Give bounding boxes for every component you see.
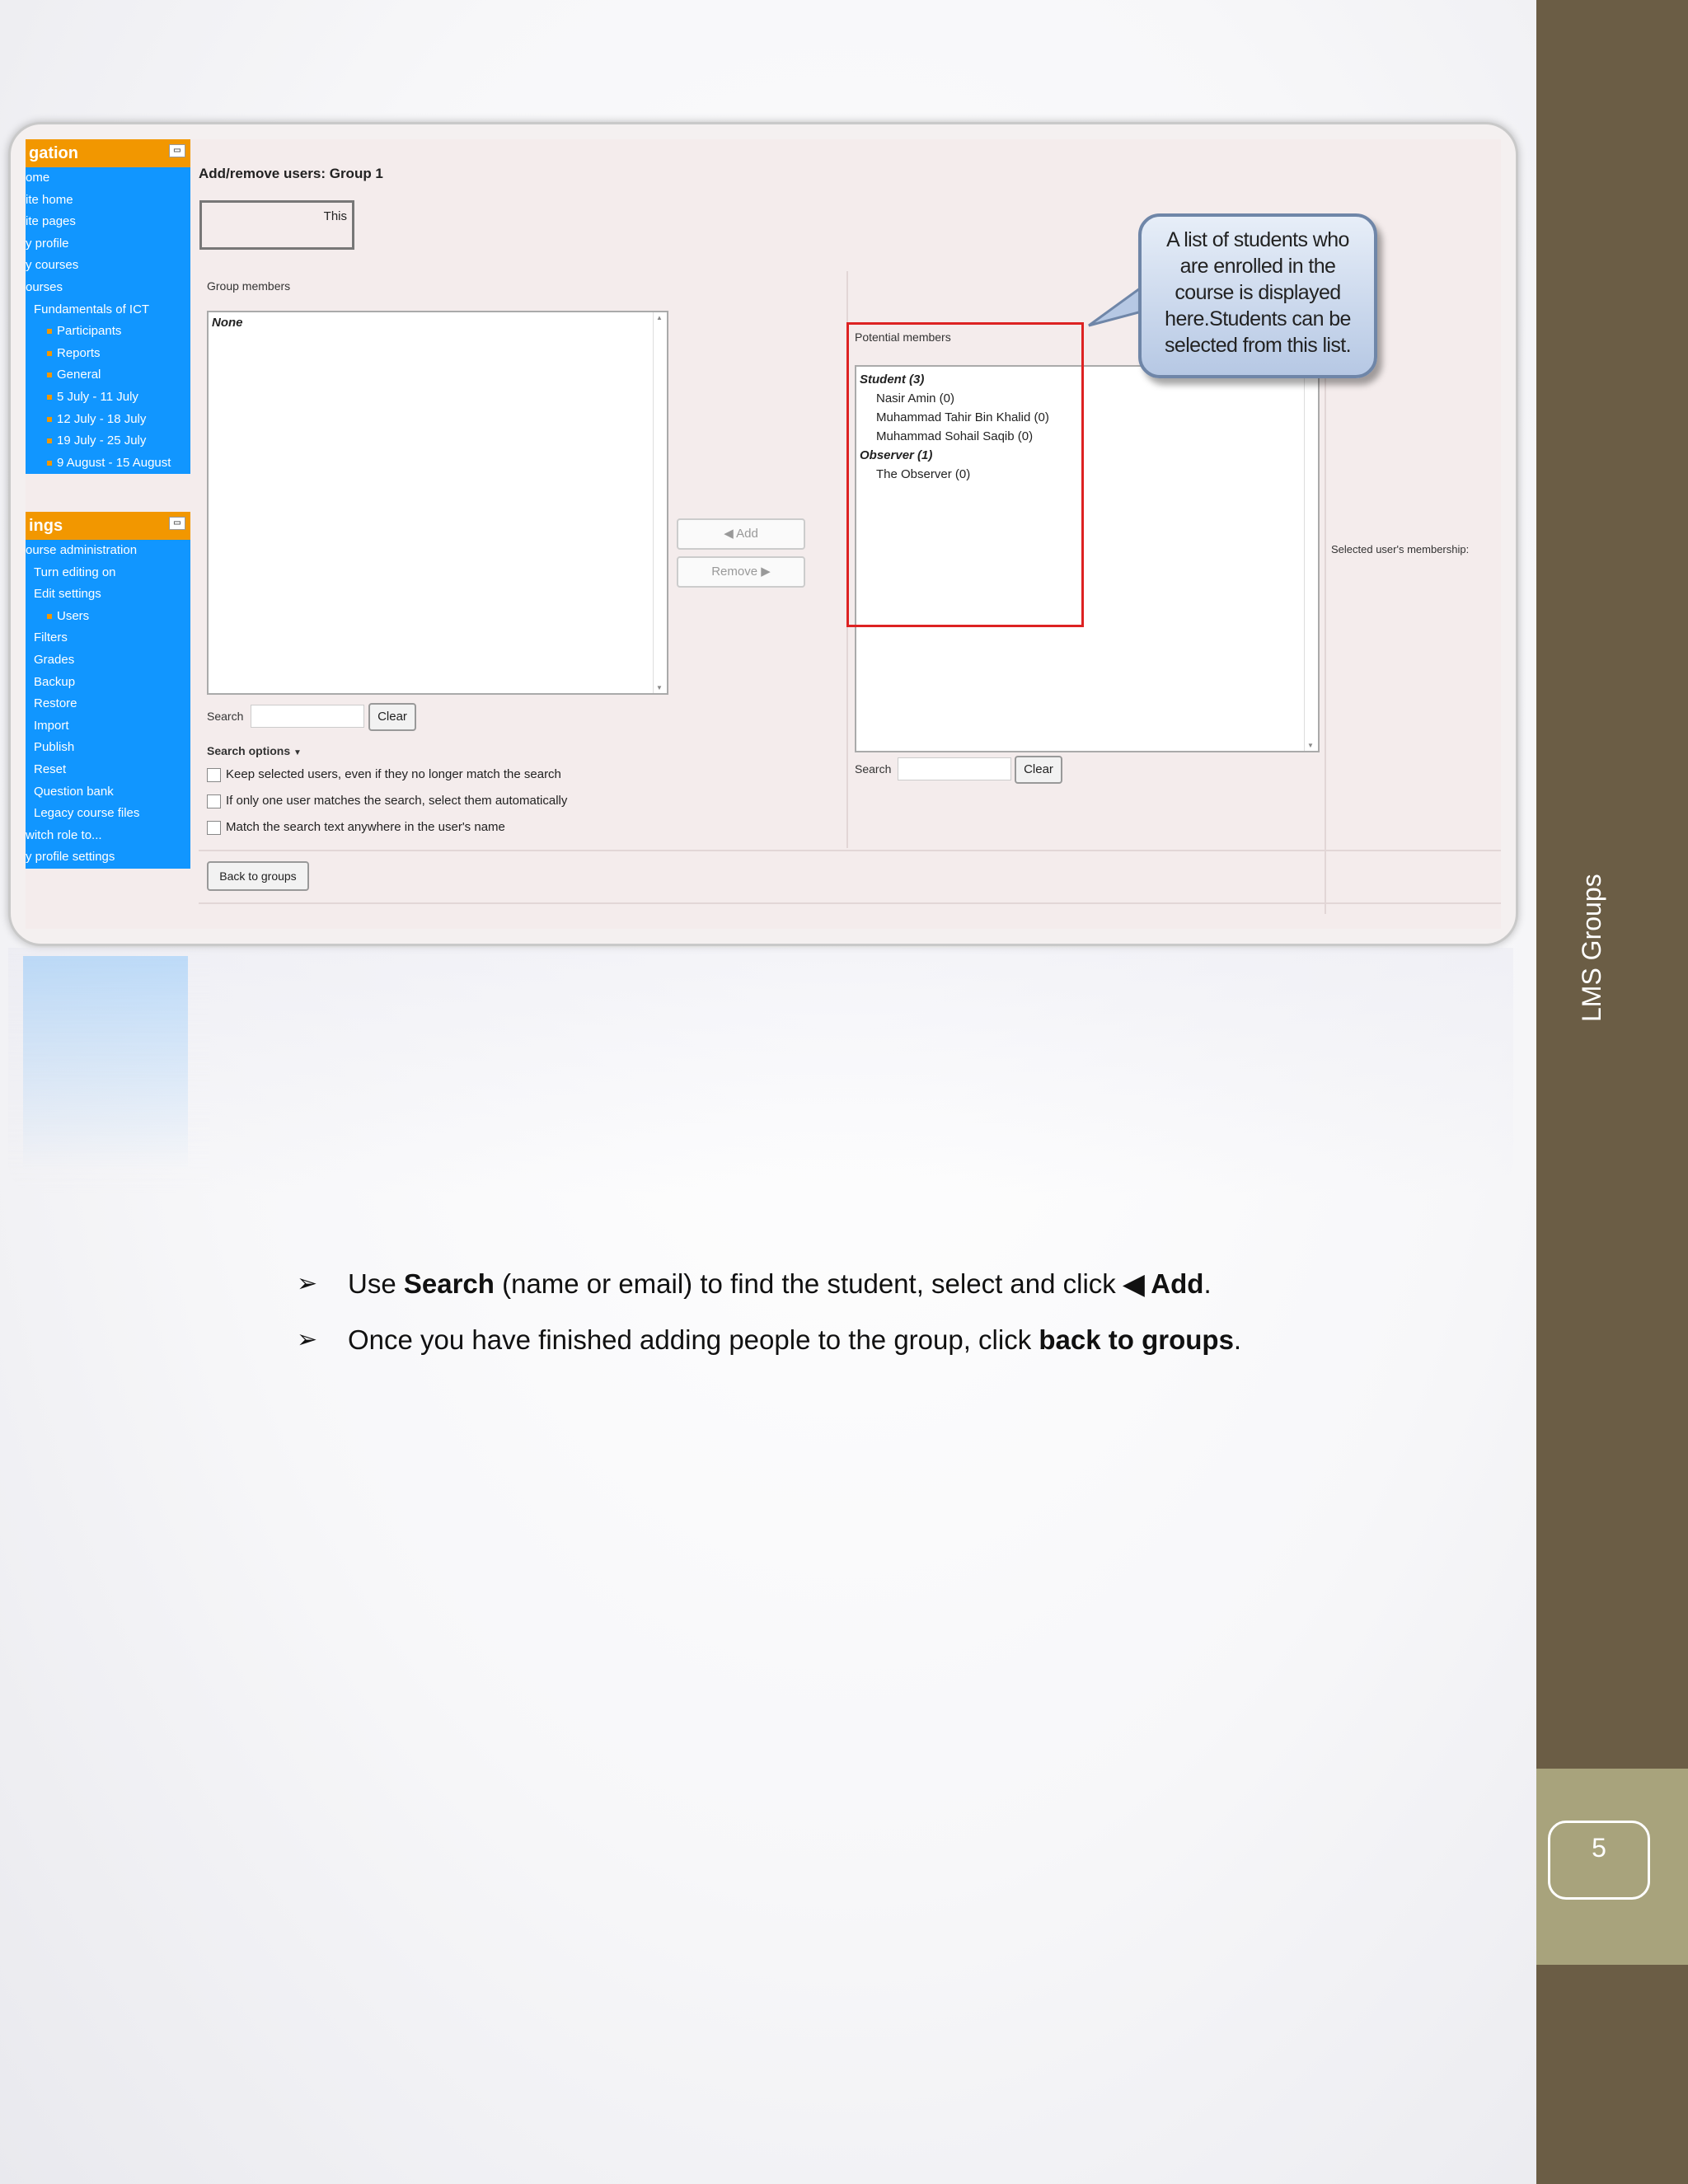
text: (name or email) to find the student, sel… (494, 1268, 1123, 1299)
screenshot-content: gation ▭ ome ite home ite pages y profile y … (26, 139, 1501, 929)
reflection-bar (23, 956, 188, 1170)
arrow-bullet-icon: ➢ (297, 1326, 318, 1353)
page-number-box: 5 (1536, 1769, 1688, 1965)
callout-note: A list of students who are enrolled in t… (1138, 213, 1377, 378)
text: . (1233, 1324, 1242, 1355)
text: Use (348, 1268, 404, 1299)
bold-text: back to groups (1039, 1324, 1234, 1355)
row-divider (199, 902, 1501, 904)
bold-text: Search (403, 1268, 495, 1299)
page-number: 5 (1548, 1821, 1650, 1900)
side-title-text: LMS Groups (1577, 874, 1606, 1022)
screenshot-reflection (8, 948, 1513, 1195)
instruction-item: ➢ Once you have finished adding people t… (297, 1319, 1241, 1375)
instruction-item: ➢ Use Search (name or email) to find the… (297, 1263, 1241, 1319)
arrow-bullet-icon: ➢ (297, 1270, 318, 1297)
text: Once you have finished adding people to … (348, 1324, 1039, 1355)
text: . (1203, 1268, 1212, 1299)
bold-text: ◀ Add (1123, 1268, 1204, 1299)
moodle-screenshot: gation ▭ ome ite home ite pages y profile y … (8, 122, 1518, 946)
instruction-list: ➢ Use Search (name or email) to find the… (297, 1263, 1241, 1375)
